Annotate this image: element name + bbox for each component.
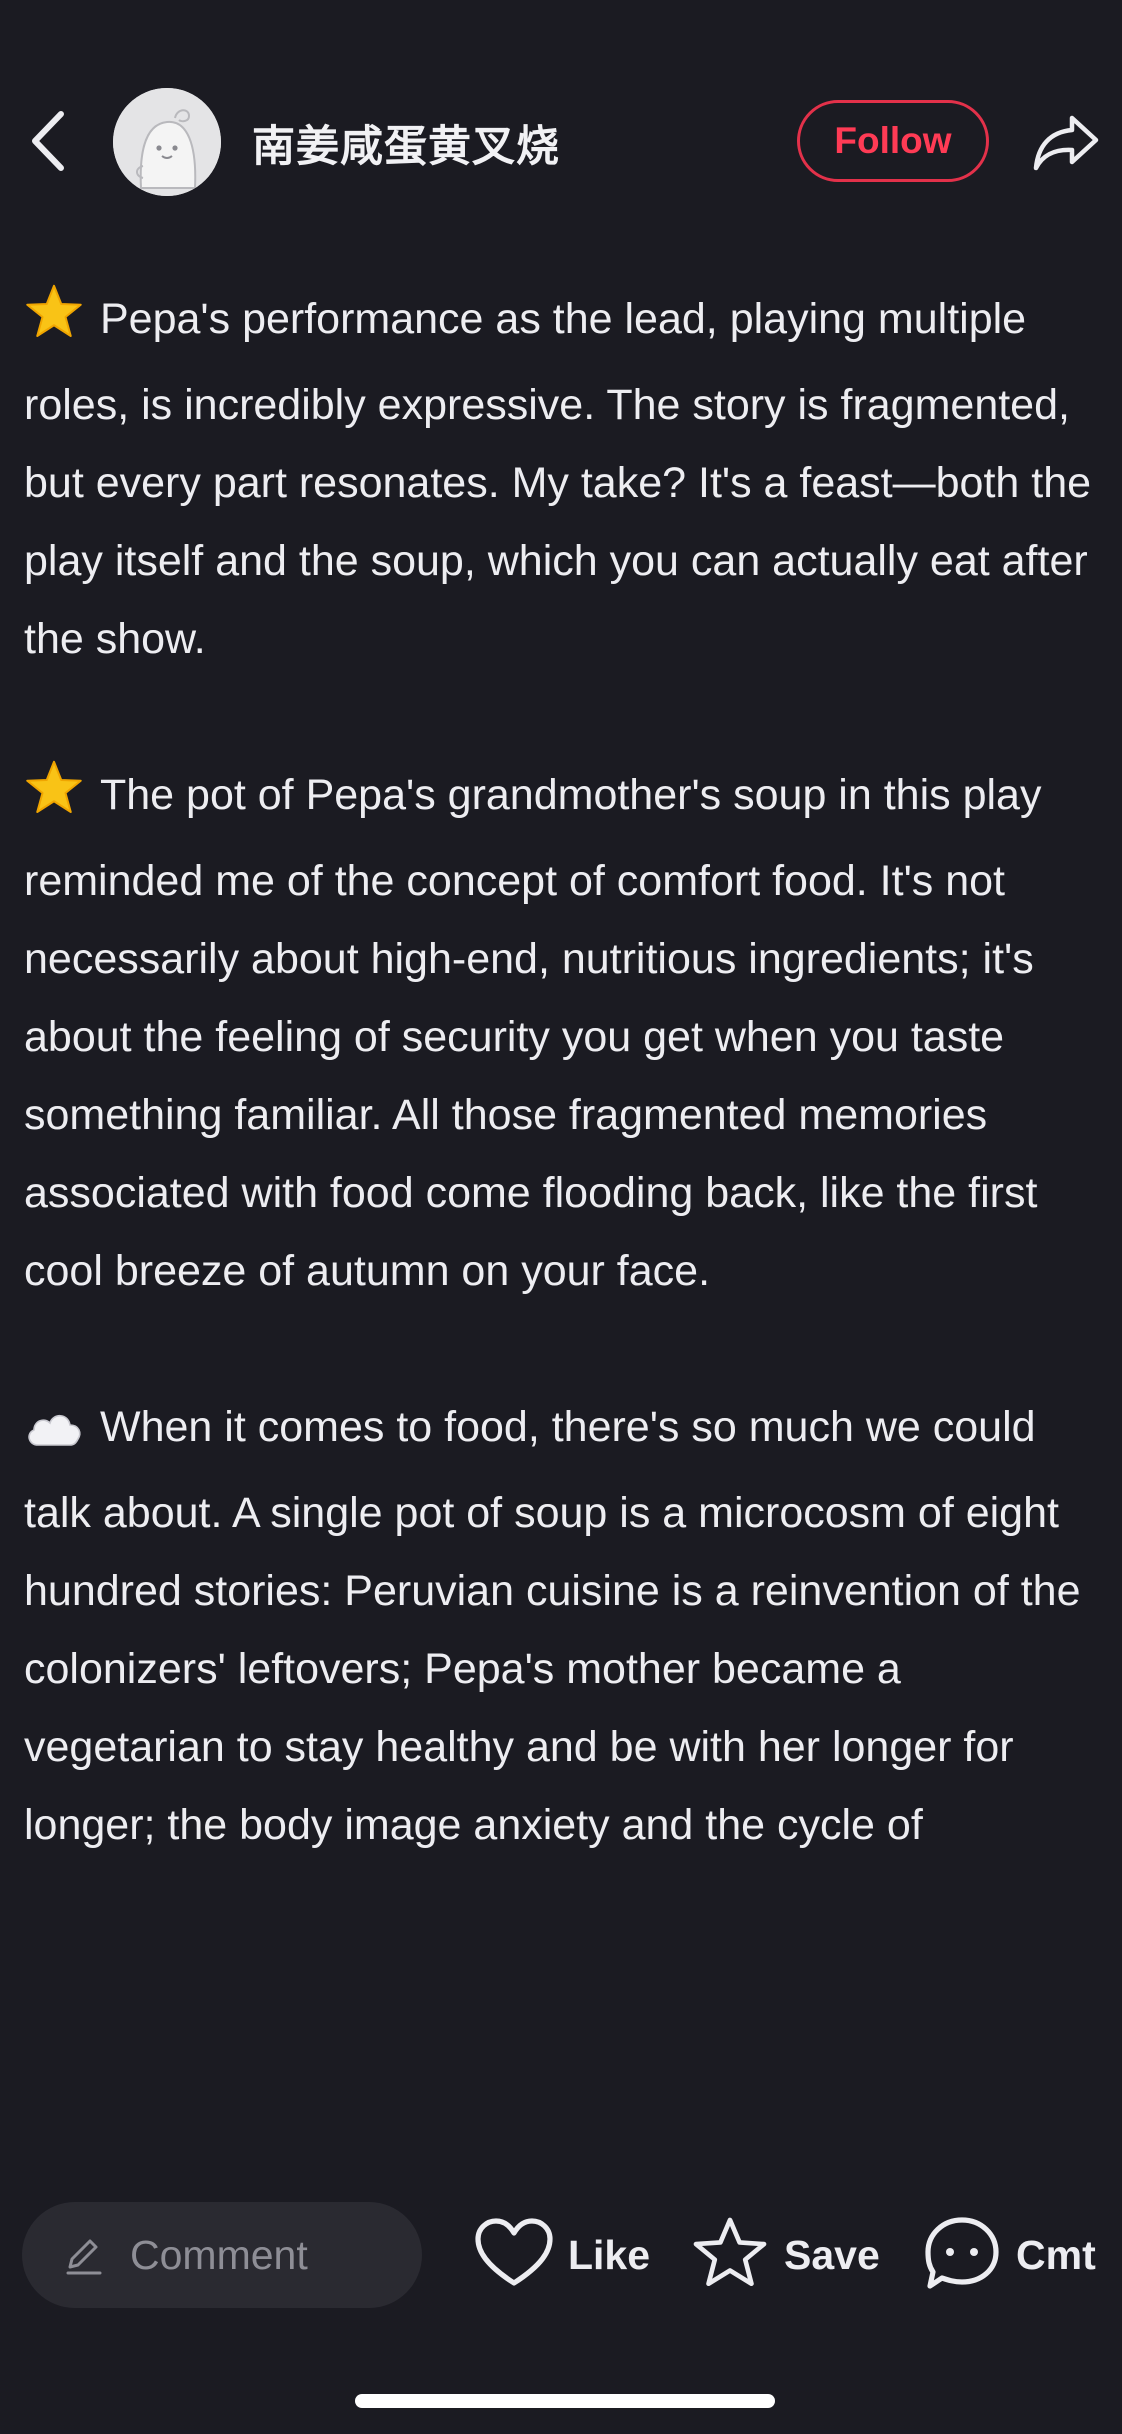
like-button[interactable]: Like	[474, 2214, 650, 2296]
cmt-label: Cmt	[1016, 2231, 1096, 2278]
post-paragraph: Pepa's performance as the lead, playing …	[24, 280, 1104, 678]
chevron-left-icon	[27, 108, 67, 179]
avatar[interactable]	[113, 88, 221, 196]
pencil-icon	[62, 2233, 106, 2277]
post-paragraph: The pot of Pepa's grandmother's soup in …	[24, 756, 1104, 1310]
star-outline-icon	[690, 2215, 770, 2296]
post-paragraph: When it comes to food, there's so much w…	[24, 1388, 1104, 1864]
share-arrow-icon	[1032, 112, 1100, 177]
paragraph-text: The pot of Pepa's grandmother's soup in …	[24, 771, 1042, 1295]
heart-icon	[474, 2217, 554, 2294]
paragraph-text: When it comes to food, there's so much w…	[24, 1403, 1081, 1849]
star-icon	[24, 759, 84, 842]
home-indicator[interactable]	[355, 2394, 775, 2408]
like-label: Like	[568, 2231, 651, 2278]
top-bar: 南姜咸蛋黄叉烧 Follow	[0, 0, 1122, 270]
comments-button[interactable]: Cmt	[922, 2214, 1096, 2296]
comment-input[interactable]: Comment	[22, 2202, 422, 2308]
follow-button[interactable]: Follow	[797, 100, 989, 182]
cartoon-character-avatar	[113, 88, 221, 196]
star-icon	[24, 283, 84, 366]
paragraph-text: Pepa's performance as the lead, playing …	[24, 295, 1092, 663]
share-button[interactable]	[1030, 108, 1102, 180]
chat-bubble-icon	[922, 2214, 1002, 2297]
author-name[interactable]: 南姜咸蛋黄叉烧	[252, 112, 560, 174]
cloud-icon	[24, 1396, 84, 1474]
save-button[interactable]: Save	[690, 2214, 880, 2296]
back-button[interactable]	[22, 108, 72, 178]
comment-placeholder: Comment	[130, 2231, 308, 2278]
save-label: Save	[784, 2231, 880, 2278]
post-body: Pepa's performance as the lead, playing …	[24, 280, 1104, 2165]
